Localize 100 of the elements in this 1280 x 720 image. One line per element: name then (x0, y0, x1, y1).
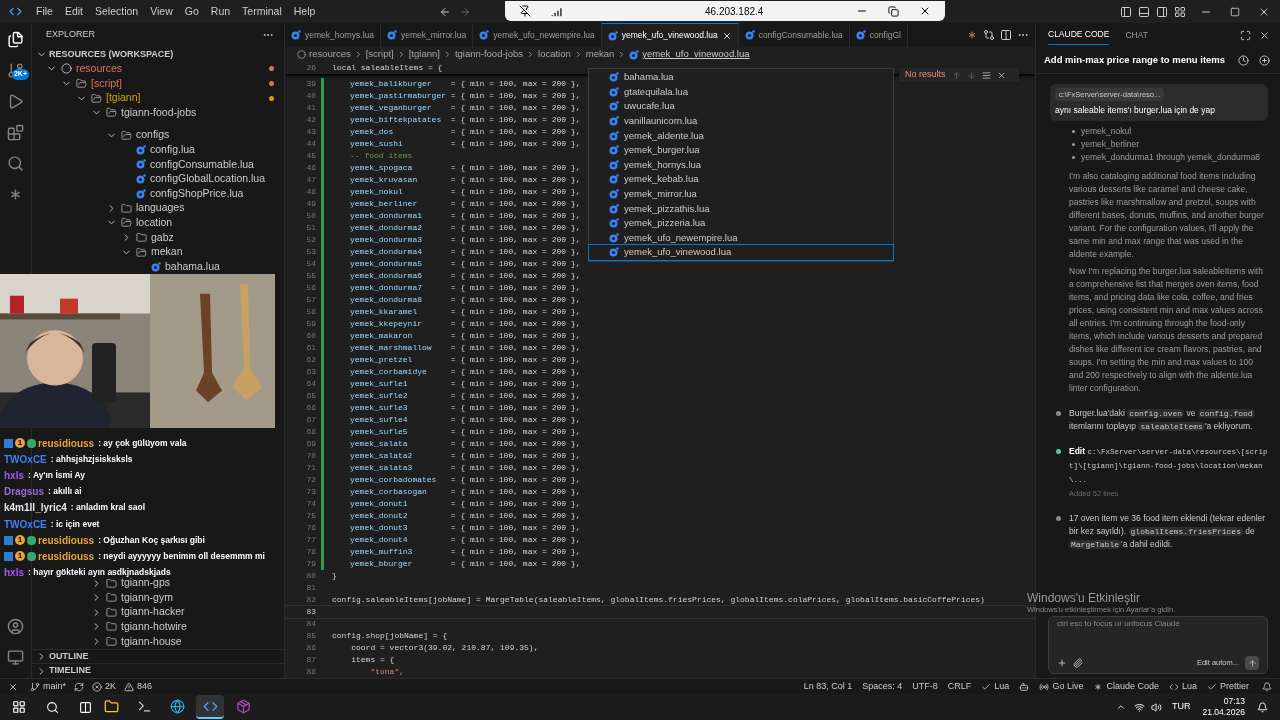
status-item[interactable]: Lua (1181, 679, 1197, 694)
start-icon[interactable] (12, 700, 26, 714)
section-header[interactable]: TIMELINE (49, 664, 91, 678)
unpin-icon[interactable] (519, 5, 531, 17)
warnings-icon[interactable] (124, 681, 135, 692)
breadcrumb-item[interactable]: mekan (585, 47, 615, 62)
tree-item[interactable]: [tgiann] (106, 90, 141, 106)
clock-time[interactable]: 07:13 (1223, 696, 1245, 707)
status-item[interactable]: Claude Code (1106, 679, 1159, 694)
menu-item[interactable]: Edit (58, 3, 89, 20)
breadcrumb-item[interactable]: yemek_ufo_vinewood.lua (642, 47, 750, 62)
panel-tab[interactable]: CLAUDE CODE (1048, 25, 1110, 45)
status-item[interactable]: Ln 83, Col 1 (803, 679, 853, 694)
dropdown-item[interactable]: bahama.lua (589, 70, 893, 85)
run-debug-icon[interactable] (7, 93, 24, 110)
tree-item[interactable]: tgiann-gym (121, 589, 173, 606)
dropdown-item[interactable]: yemek_mirror.lua (589, 186, 893, 202)
status-item[interactable]: main* (43, 679, 66, 694)
editor-tab[interactable]: yemek_hornys.lua (285, 23, 381, 47)
remote-explorer-icon[interactable] (7, 649, 24, 666)
editor-tab[interactable]: configConsumable.lua (738, 23, 850, 47)
toggle-secondary-sidebar-icon[interactable] (1156, 5, 1168, 18)
menu-item[interactable]: Selection (89, 3, 145, 20)
menu-item[interactable]: Run (204, 3, 237, 20)
dropdown-item[interactable]: yemek_kebab.lua (589, 172, 893, 187)
network-icon[interactable] (1133, 701, 1145, 713)
input-language[interactable]: TUR (1171, 700, 1191, 714)
breadcrumb-item[interactable]: location (538, 47, 571, 62)
toggle-sidebar-icon[interactable] (1120, 5, 1132, 18)
sync-icon[interactable] (74, 681, 84, 692)
volume-icon[interactable] (1150, 701, 1162, 713)
new-chat-icon[interactable] (1259, 54, 1270, 66)
editor-tab[interactable]: yemek_mirror.lua (381, 23, 474, 47)
maximize-icon[interactable] (1240, 29, 1251, 41)
editor-tab[interactable]: yemek_ufo_newempire.lua (473, 23, 602, 47)
close-icon[interactable] (1259, 29, 1270, 41)
maximize-icon[interactable] (1230, 6, 1240, 17)
tree-item[interactable]: tgiann-hacker (121, 604, 185, 621)
tree-item[interactable]: configs (136, 127, 170, 144)
tree-item[interactable]: configConsumable.lua (150, 156, 254, 173)
account-icon[interactable] (7, 618, 24, 635)
history-icon[interactable] (1238, 54, 1249, 66)
dropdown-item[interactable]: gtatequilala.lua (589, 84, 893, 100)
dropdown-item[interactable]: yemek_hornys.lua (589, 157, 893, 173)
dropdown-item[interactable]: yemek_burger.lua (589, 142, 893, 158)
tray-overflow-icon[interactable] (1115, 702, 1126, 712)
tree-item[interactable]: tgiann-house (121, 633, 182, 650)
notification-center-icon[interactable] (1257, 701, 1268, 713)
tree-item[interactable]: [script] (91, 75, 122, 92)
restore-icon[interactable] (888, 5, 899, 17)
breadcrumb-item[interactable]: tgiann-food-jobs (454, 47, 523, 62)
section-header[interactable]: RESOURCES (WORKSPACE) (49, 47, 174, 62)
errors-icon[interactable] (92, 681, 102, 692)
tree-item[interactable]: configShopPrice.lua (150, 185, 244, 202)
breadcrumb-item[interactable]: [tgiann] (408, 47, 440, 62)
close-tab-icon[interactable] (721, 30, 732, 41)
compare-icon[interactable] (983, 29, 995, 41)
tree-item[interactable]: configGlobalLocation.lua (150, 171, 265, 187)
split-editor-icon[interactable] (1000, 29, 1012, 41)
status-item[interactable]: 2K (105, 679, 117, 694)
dropdown-item[interactable]: uwucafe.lua (589, 99, 893, 114)
status-item[interactable]: CRLF (947, 679, 972, 694)
editor-tab[interactable]: configGl (849, 23, 908, 47)
clock-date[interactable]: 21.04.2026 (1202, 707, 1245, 718)
dropdown-item[interactable]: yemek_ufo_newempire.lua (589, 230, 893, 246)
status-item[interactable]: 846 (137, 679, 153, 694)
tree-item[interactable]: bahama.lua (165, 258, 220, 275)
status-item[interactable]: Prettier (1220, 679, 1249, 694)
dropdown-item[interactable]: yemek_aldente.lua (589, 128, 893, 143)
dropdown-item[interactable]: yemek_pizzeria.lua (589, 215, 893, 231)
tree-item[interactable]: resources (76, 61, 123, 77)
back-icon[interactable] (439, 5, 452, 18)
extensions-icon[interactable] (7, 124, 24, 141)
tree-item[interactable]: tgiann-food-jobs (121, 104, 197, 121)
menu-item[interactable]: Help (287, 3, 322, 20)
notifications-icon[interactable] (1262, 681, 1272, 692)
tree-item[interactable]: mekan (151, 244, 183, 260)
toggle-panel-icon[interactable] (1138, 5, 1150, 18)
breadcrumb-item[interactable]: [script] (365, 47, 394, 62)
taskbar-app[interactable] (196, 695, 224, 719)
close-icon[interactable] (919, 5, 931, 17)
panel-tab[interactable]: CHAT (1125, 25, 1148, 45)
live-icon[interactable] (1039, 681, 1050, 692)
search-icon[interactable] (46, 700, 59, 714)
task-view-icon[interactable] (79, 700, 92, 714)
find-in-selection-icon[interactable] (981, 70, 991, 80)
tree-item[interactable]: config.lua (150, 142, 195, 158)
breadcrumb-item[interactable]: resources (309, 47, 351, 62)
tree-item[interactable]: location (136, 214, 173, 231)
menu-item[interactable]: File (30, 3, 59, 20)
editor-tab[interactable]: yemek_ufo_vinewood.lua (601, 23, 739, 47)
status-item[interactable]: Lua (994, 679, 1010, 694)
add-icon[interactable] (1057, 658, 1067, 668)
branch-icon[interactable] (30, 681, 40, 692)
menu-item[interactable]: Go (178, 3, 205, 20)
send-button[interactable] (1245, 656, 1259, 670)
layout-icon[interactable] (1174, 5, 1186, 18)
status-item[interactable]: UTF-8 (912, 679, 938, 694)
dropdown-item[interactable]: vanillaunicorn.lua (589, 113, 893, 129)
section-header[interactable]: OUTLINE (49, 649, 89, 664)
